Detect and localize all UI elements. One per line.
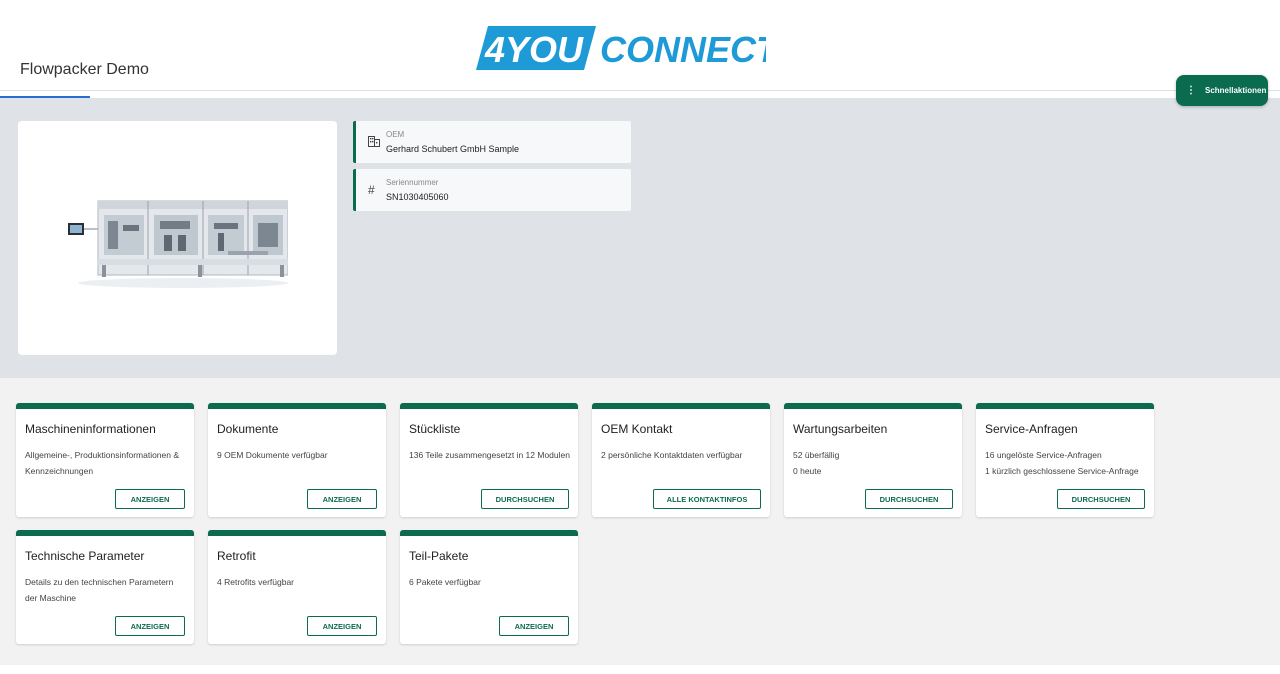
closed-requests: 1 kürzlich geschlossene Service-Anfrage [985, 466, 1139, 476]
tile-description: 6 Pakete verfügbar [409, 577, 481, 587]
header-divider [0, 90, 1280, 91]
serial-number-value: SN1030405060 [386, 192, 449, 202]
tile-title: Retrofit [217, 549, 256, 563]
quick-actions-label: Schnellaktionen [1205, 86, 1267, 95]
durchsuchen-button[interactable]: DURCHSUCHEN [481, 489, 569, 509]
tile-title: Maschineninformationen [25, 422, 156, 436]
tile-wartungsarbeiten: Wartungsarbeiten 52 überfällig 0 heute D… [784, 403, 962, 517]
machine-overview: OEM Gerhard Schubert GmbH Sample # Serie… [0, 98, 1280, 378]
durchsuchen-button[interactable]: DURCHSUCHEN [865, 489, 953, 509]
serial-number-label: Seriennummer [386, 178, 439, 187]
tile-description: Details zu den technischen Parametern de… [25, 577, 174, 603]
open-requests: 16 ungelöste Service-Anfragen [985, 450, 1102, 460]
tile-teil-pakete: Teil-Pakete 6 Pakete verfügbar ANZEIGEN [400, 530, 578, 644]
anzeigen-button[interactable]: ANZEIGEN [115, 616, 185, 636]
durchsuchen-button[interactable]: DURCHSUCHEN [1057, 489, 1145, 509]
footer-strip [0, 665, 1280, 674]
anzeigen-button[interactable]: ANZEIGEN [307, 489, 377, 509]
tile-technische-parameter: Technische Parameter Details zu den tech… [16, 530, 194, 644]
tile-title: Teil-Pakete [409, 549, 469, 563]
logo-left-text: 4YOU [484, 29, 584, 70]
oem-value: Gerhard Schubert GmbH Sample [386, 144, 520, 154]
tile-oem-kontakt: OEM Kontakt 2 persönliche Kontaktdaten v… [592, 403, 770, 517]
tile-stueckliste: Stückliste 136 Teile zusammengesetzt in … [400, 403, 578, 517]
tile-title: Stückliste [409, 422, 461, 436]
anzeigen-button[interactable]: ANZEIGEN [115, 489, 185, 509]
building-icon [368, 135, 382, 149]
tile-description: 136 Teile zusammengesetzt in 12 Modulen [409, 450, 570, 460]
tile-description: 16 ungelöste Service-Anfragen 1 kürzlich… [985, 447, 1147, 479]
tile-description: 4 Retrofits verfügbar [217, 577, 295, 587]
tile-title: Dokumente [217, 422, 279, 436]
more-vertical-icon: ⋮ [1186, 85, 1196, 96]
tile-description: 9 OEM Dokumente verfügbar [217, 450, 328, 460]
tile-maschineninformationen: Maschineninformationen Allgemeine-, Prod… [16, 403, 194, 517]
hash-icon: # [368, 183, 375, 197]
tile-title: Technische Parameter [25, 549, 145, 563]
tile-service-anfragen: Service-Anfragen 16 ungelöste Service-An… [976, 403, 1154, 517]
anzeigen-button[interactable]: ANZEIGEN [307, 616, 377, 636]
tile-dokumente: Dokumente 9 OEM Dokumente verfügbar ANZE… [208, 403, 386, 517]
feature-tiles: Maschineninformationen Allgemeine-, Prod… [0, 378, 1280, 665]
machine-image-card [18, 121, 337, 355]
serial-number-card: # Seriennummer SN1030405060 [353, 169, 631, 211]
all-contact-info-button[interactable]: ALLE KONTAKTINFOS [653, 489, 761, 509]
app-header: Flowpacker Demo 4YOU CONNECT [0, 0, 1280, 98]
tile-retrofit: Retrofit 4 Retrofits verfügbar ANZEIGEN [208, 530, 386, 644]
logo-right-text: CONNECT [600, 29, 766, 70]
quick-actions-button[interactable]: ⋮ Schnellaktionen [1176, 75, 1268, 106]
anzeigen-button[interactable]: ANZEIGEN [499, 616, 569, 636]
today-count: 0 heute [793, 466, 822, 476]
machine-image [68, 200, 288, 288]
tile-description: 52 überfällig 0 heute [793, 447, 955, 479]
page-title: Flowpacker Demo [20, 61, 149, 78]
oem-info-card: OEM Gerhard Schubert GmbH Sample [353, 121, 631, 163]
overdue-count: 52 überfällig [793, 450, 840, 460]
oem-label: OEM [386, 130, 405, 139]
brand-logo: 4YOU CONNECT [476, 26, 766, 70]
tile-title: OEM Kontakt [601, 422, 673, 436]
tile-title: Wartungsarbeiten [793, 422, 888, 436]
tile-title: Service-Anfragen [985, 422, 1078, 436]
tile-description: Allgemeine-, Produktionsinformationen & … [25, 450, 180, 476]
tile-description: 2 persönliche Kontaktdaten verfügbar [601, 450, 743, 460]
